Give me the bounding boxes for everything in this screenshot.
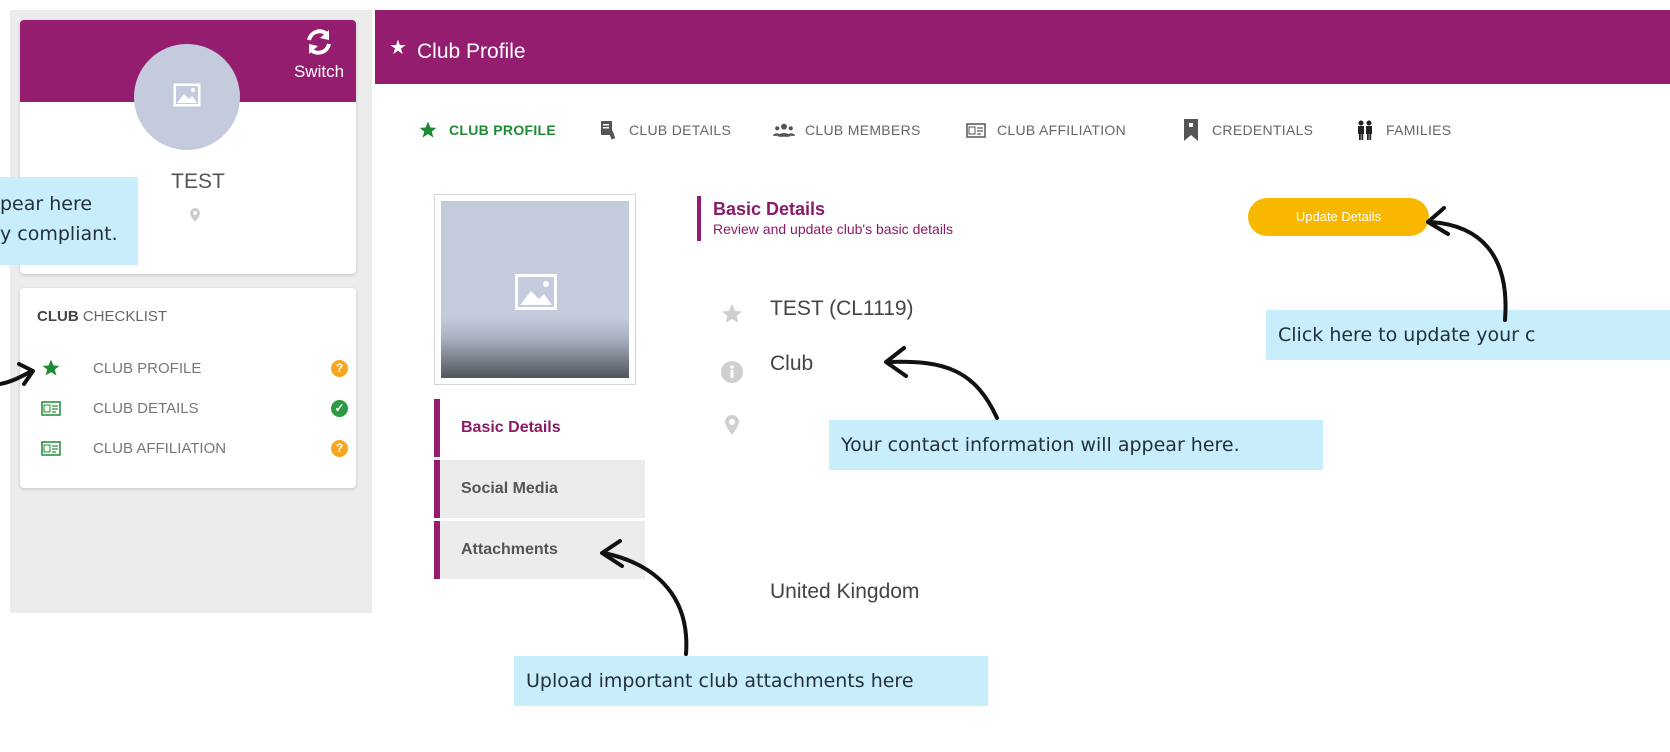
club-name: TEST (CL1119) — [770, 297, 914, 320]
club-country: United Kingdom — [770, 580, 920, 603]
checklist-title: CLUB CHECKLIST — [37, 308, 168, 325]
update-details-button[interactable]: Update Details — [1248, 198, 1429, 236]
question-circle-icon: ? — [331, 440, 348, 457]
bookmark-icon — [1180, 119, 1202, 141]
document-pen-icon — [597, 119, 619, 141]
compliance-callout: pear here y compliant. — [0, 177, 138, 265]
id-card-icon — [41, 438, 61, 458]
side-tab-attachments[interactable]: Attachments — [434, 521, 645, 579]
image-icon — [514, 273, 558, 316]
tab-label: CREDENTIALS — [1212, 122, 1314, 138]
star-icon — [720, 302, 744, 326]
tab-label: CLUB PROFILE — [449, 122, 557, 138]
tab-label: CLUB MEMBERS — [805, 122, 921, 138]
question-circle-icon: ? — [331, 360, 348, 377]
checklist-item-club-details[interactable]: CLUB DETAILS ✓ — [37, 398, 348, 422]
star-icon: ★ — [389, 37, 407, 59]
callout-line: pear here — [0, 193, 93, 215]
avatar — [134, 44, 240, 150]
tab-club-affiliation[interactable]: CLUB AFFILIATION — [965, 118, 1126, 142]
section-header: Basic Details Review and update club's b… — [697, 196, 953, 241]
switch-button[interactable]: Switch — [286, 28, 352, 82]
tab-label: CLUB AFFILIATION — [997, 122, 1127, 138]
tab-label: CLUB DETAILS — [629, 122, 732, 138]
section-title: Basic Details — [713, 199, 826, 219]
left-sidebar: Switch TEST CLUB CHECKLIST CLUB PROFILE … — [10, 10, 372, 613]
checklist-item-label: CLUB AFFILIATION — [93, 440, 227, 457]
tab-families[interactable]: FAMILIES — [1354, 118, 1451, 142]
checklist-item-label: CLUB PROFILE — [93, 360, 202, 377]
info-icon — [720, 360, 744, 384]
star-icon — [41, 358, 61, 378]
checklist-item-label: CLUB DETAILS — [93, 400, 199, 417]
side-tab-basic-details[interactable]: Basic Details — [434, 399, 645, 457]
location-pin-icon — [190, 208, 200, 227]
check-circle-icon: ✓ — [331, 400, 348, 417]
switch-label: Switch — [293, 62, 345, 81]
checklist-item-club-affiliation[interactable]: CLUB AFFILIATION ? — [37, 438, 348, 462]
side-tab-label: Basic Details — [461, 419, 561, 436]
id-card-icon — [965, 119, 987, 141]
page-header: ★ Club Profile — [375, 10, 1670, 84]
tab-club-profile[interactable]: CLUB PROFILE — [417, 118, 556, 142]
club-logo-thumbnail[interactable] — [434, 194, 636, 385]
update-hint-callout: Click here to update your c — [1266, 310, 1670, 360]
people-icon — [773, 119, 795, 141]
callout-line: y compliant. — [0, 223, 118, 245]
tab-club-members[interactable]: CLUB MEMBERS — [773, 118, 921, 142]
tab-credentials[interactable]: CREDENTIALS — [1180, 118, 1313, 142]
club-type: Club — [770, 352, 814, 375]
family-icon — [1354, 119, 1376, 141]
club-checklist-card: CLUB CHECKLIST CLUB PROFILE ? CLUB DETAI… — [20, 288, 356, 488]
page-title: Club Profile — [417, 40, 526, 63]
checklist-item-club-profile[interactable]: CLUB PROFILE ? — [37, 358, 348, 382]
side-tab-social-media[interactable]: Social Media — [434, 460, 645, 518]
contact-hint-callout: Your contact information will appear her… — [829, 420, 1323, 470]
id-card-icon — [41, 398, 61, 418]
club-logo-image — [441, 201, 629, 378]
side-tab-label: Attachments — [461, 541, 558, 558]
location-pin-icon — [720, 413, 744, 437]
tab-label: FAMILIES — [1386, 122, 1452, 138]
attachments-hint-callout: Upload important club attachments here — [514, 656, 988, 706]
tab-club-details[interactable]: CLUB DETAILS — [597, 118, 731, 142]
image-icon — [173, 83, 201, 112]
section-subtitle: Review and update club's basic details — [713, 221, 954, 237]
refresh-icon — [286, 28, 352, 62]
side-tab-label: Social Media — [461, 480, 558, 497]
star-icon — [417, 119, 439, 141]
